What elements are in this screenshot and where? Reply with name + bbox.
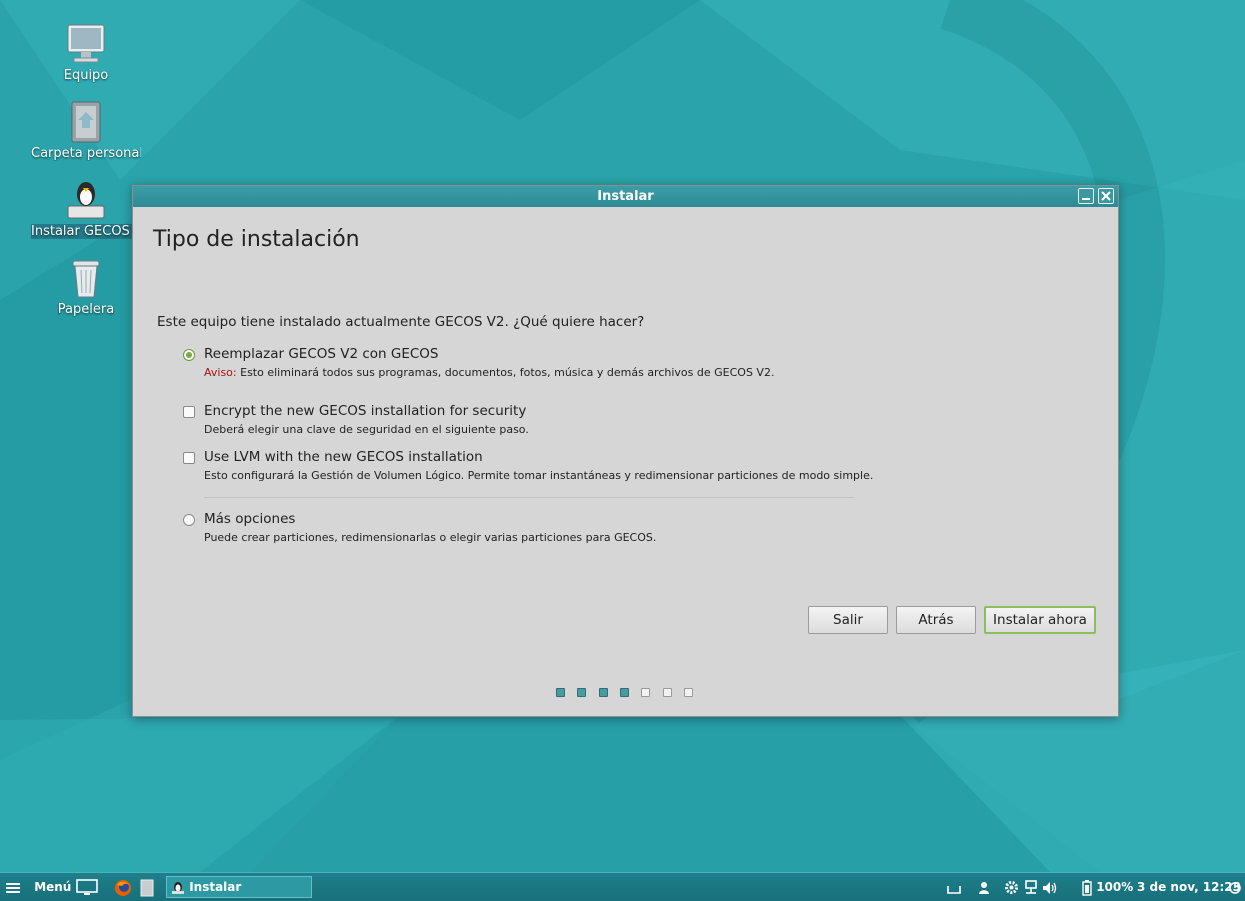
radio-more-options[interactable]	[183, 514, 195, 526]
window-titlebar[interactable]: Instalar	[133, 186, 1118, 207]
menu-button[interactable]: Menú	[6, 873, 71, 901]
installer-icon	[172, 881, 184, 894]
options-divider	[204, 497, 854, 498]
session-tray[interactable]	[1228, 873, 1242, 901]
hamburger-icon	[6, 882, 20, 893]
page-title: Tipo de instalación	[153, 227, 360, 252]
progress-step-dot	[598, 688, 608, 697]
volume-icon	[1043, 881, 1057, 894]
taskbar: Menú Instalar 100% 3 de nov, 12:23	[0, 872, 1245, 901]
install-now-button[interactable]: Instalar ahora	[984, 606, 1096, 634]
gear-icon	[1005, 881, 1018, 894]
power-icon	[1229, 881, 1241, 894]
warning-text: Esto eliminará todos sus programas, docu…	[236, 366, 775, 379]
option-desc: Puede crear particiones, redimensionarla…	[204, 531, 657, 544]
installer-icon	[67, 182, 105, 219]
option-desc: Deberá elegir una clave de seguridad en …	[204, 423, 529, 436]
taskbar-task-instalar[interactable]: Instalar	[166, 876, 312, 898]
battery-level: 100%	[1096, 880, 1134, 894]
computer-icon	[67, 24, 105, 63]
battery-tray[interactable]: 100%	[1082, 873, 1133, 901]
desktop-icon-label: Instalar GECOS v2	[31, 224, 141, 239]
battery-icon	[1082, 879, 1092, 896]
window-title: Instalar	[597, 189, 654, 204]
radio-replace[interactable]	[183, 349, 195, 361]
desktop-icon-label: Papelera	[57, 302, 115, 317]
settings-tray[interactable]	[1004, 873, 1019, 901]
user-icon	[979, 881, 989, 894]
home-folder-icon	[71, 101, 101, 143]
progress-step-dot	[662, 688, 672, 697]
file-manager-icon	[140, 879, 154, 896]
trash-icon	[72, 260, 100, 298]
option-title: Use LVM with the new GECOS installation	[204, 449, 483, 465]
progress-step-dot	[619, 688, 629, 697]
desktop-icon-equipo[interactable]: Equipo	[31, 22, 141, 83]
workspace-icon	[947, 885, 961, 894]
minimize-button[interactable]	[1078, 188, 1094, 204]
clock[interactable]: 3 de nov, 12:23	[1137, 873, 1241, 901]
checkbox-encrypt[interactable]	[183, 406, 195, 418]
install-question: Este equipo tiene instalado actualmente …	[157, 314, 645, 330]
close-icon	[1101, 191, 1111, 201]
progress-step-dot	[683, 688, 693, 697]
option-title: Reemplazar GECOS V2 con GECOS	[204, 346, 439, 362]
desktop-icon-label: Equipo	[63, 68, 109, 83]
network-tray[interactable]	[1024, 873, 1038, 901]
option-desc: Aviso: Esto eliminará todos sus programa…	[204, 366, 774, 379]
desktop-icon-instalar-gecos[interactable]: Instalar GECOS v2	[31, 178, 141, 239]
quit-button[interactable]: Salir	[808, 606, 888, 634]
window-content: Tipo de instalación Este equipo tiene in…	[133, 207, 1118, 716]
minimize-icon	[1082, 198, 1090, 200]
desktop-icon-papelera[interactable]: Papelera	[31, 256, 141, 317]
network-icon	[1025, 880, 1037, 894]
progress-step-dot	[577, 688, 587, 697]
option-desc: Esto configurará la Gestión de Volumen L…	[204, 469, 874, 482]
show-desktop-button[interactable]	[76, 873, 98, 901]
option-title: Más opciones	[204, 511, 296, 527]
back-button[interactable]: Atrás	[896, 606, 976, 634]
desktop-icon-label: Carpeta personal	[31, 146, 141, 161]
firefox-icon	[115, 879, 131, 896]
firefox-launcher[interactable]	[114, 873, 132, 901]
user-tray[interactable]	[977, 873, 991, 901]
desktop-icon-carpeta-personal[interactable]: Carpeta personal	[31, 100, 141, 161]
files-launcher[interactable]	[140, 873, 154, 901]
option-title: Encrypt the new GECOS installation for s…	[204, 403, 527, 419]
warning-label: Aviso:	[204, 366, 237, 379]
monitor-icon	[76, 878, 98, 895]
close-button[interactable]	[1098, 188, 1114, 204]
workspace-indicator[interactable]	[947, 873, 961, 901]
volume-tray[interactable]	[1042, 873, 1058, 901]
checkbox-lvm[interactable]	[183, 452, 195, 464]
progress-step-dot	[556, 688, 565, 697]
task-label: Instalar	[189, 880, 242, 894]
progress-step-dot	[641, 688, 651, 697]
menu-label: Menú	[34, 880, 72, 894]
installer-window: Instalar Tipo de instalación Este equipo…	[132, 185, 1119, 717]
